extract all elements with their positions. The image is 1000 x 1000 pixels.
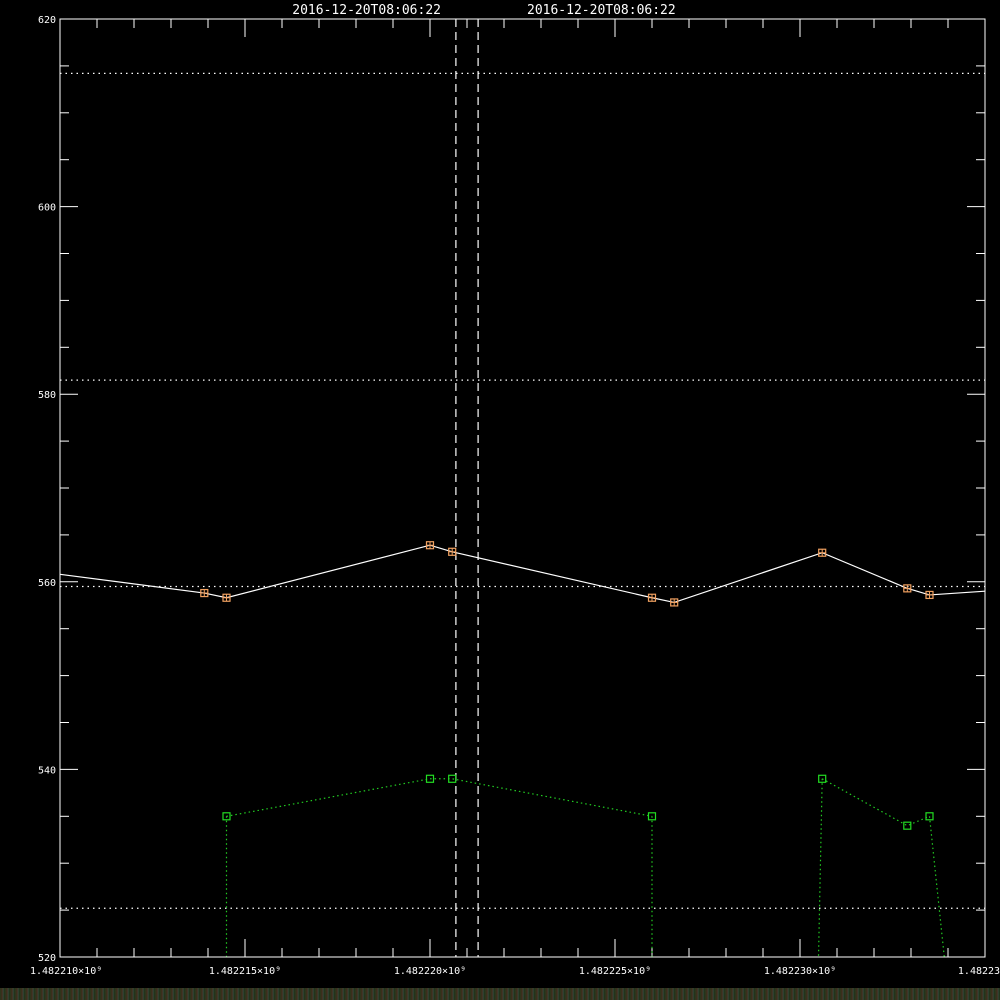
reference-lines <box>60 72 985 909</box>
series-1-drop-line-2 <box>817 778 823 958</box>
x-tick-label: 1.482225×10⁹ <box>579 966 651 977</box>
y-tick-label: 580 <box>38 390 56 401</box>
axis-ticks <box>59 18 986 958</box>
series-1-point <box>448 774 457 783</box>
series-1-line <box>821 778 930 827</box>
plot-frame <box>59 18 986 958</box>
chart-title-right: 2016-12-20T08:06:22 <box>527 3 676 18</box>
series-1-line <box>226 778 653 817</box>
series-0-line <box>59 544 986 604</box>
series-1-point <box>903 821 912 830</box>
series-layer <box>59 541 986 958</box>
chart-title-left: 2016-12-20T08:06:22 <box>292 3 441 18</box>
x-tick-label: 1.482210×10⁹ <box>30 966 102 977</box>
x-tick-label: 1.482235× <box>958 966 1000 977</box>
y-tick-label: 600 <box>38 203 56 214</box>
y-tick-label: 560 <box>38 578 56 589</box>
bottom-noise-strip <box>0 988 1000 1000</box>
tick-labels: 520 540 560 580 600 620 1.482210×10⁹ 1.482215×1… <box>30 15 1000 977</box>
series-1-point <box>425 774 435 783</box>
series-1-drop-line-3 <box>928 816 945 958</box>
y-tick-label: 620 <box>38 15 56 26</box>
chart: 2016-12-20T08:06:22 2016-12-20T08:06:22 … <box>30 3 1000 977</box>
x-tick-label: 1.482230×10⁹ <box>764 966 836 977</box>
y-tick-label: 540 <box>38 765 56 776</box>
x-tick-label: 1.482220×10⁹ <box>394 966 466 977</box>
y-tick-label: 520 <box>38 953 56 964</box>
marker-lines <box>455 19 479 957</box>
x-tick-label: 1.482215×10⁹ <box>209 966 281 977</box>
